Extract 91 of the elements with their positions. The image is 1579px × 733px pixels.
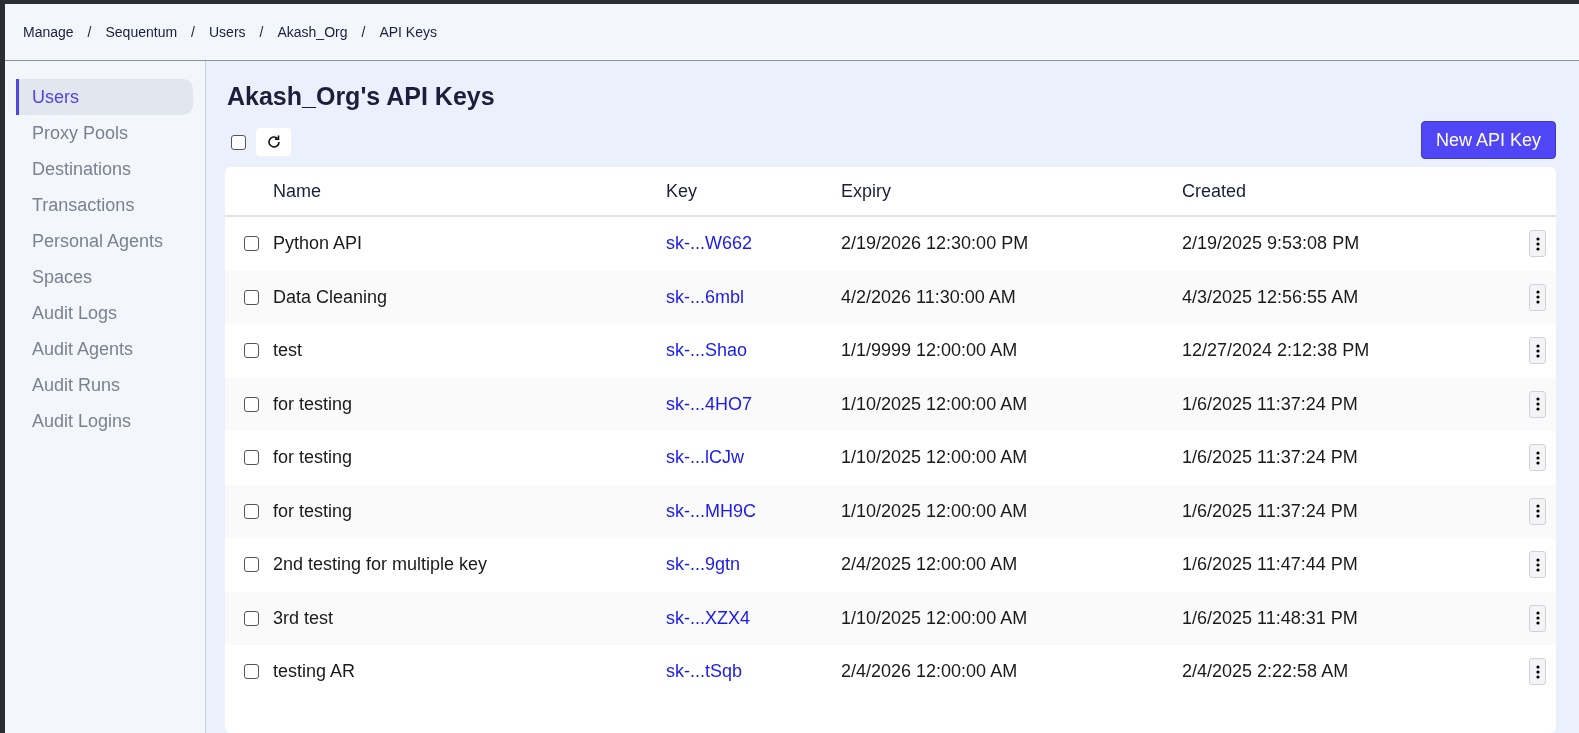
table-cell-text: 1/10/2025 12:00:00 AM bbox=[841, 447, 1029, 469]
key-link[interactable]: sk-...9gtn bbox=[666, 554, 741, 575]
breadcrumb-separator: / bbox=[191, 24, 195, 40]
sidebar-item[interactable]: Personal Agents bbox=[16, 223, 193, 259]
vertical-dots-icon bbox=[1535, 450, 1540, 465]
more-button[interactable] bbox=[1529, 337, 1546, 365]
vertical-dots-icon bbox=[1535, 290, 1540, 305]
sidebar-item[interactable]: Proxy Pools bbox=[16, 115, 193, 151]
vertical-dots-icon bbox=[1535, 504, 1540, 519]
key-link[interactable]: sk-...6mbl bbox=[666, 286, 744, 307]
checkbox[interactable] bbox=[231, 134, 246, 150]
column-header: Created bbox=[1182, 180, 1248, 202]
vertical-dots-icon bbox=[1535, 611, 1540, 626]
key-link[interactable]: sk-...W662 bbox=[666, 233, 753, 254]
vertical-dots-icon bbox=[1535, 397, 1540, 412]
table-cell-text: Python API bbox=[273, 233, 364, 255]
more-button[interactable] bbox=[1529, 604, 1546, 632]
table-cell-text: 2/4/2025 2:22:58 AM bbox=[1182, 661, 1350, 683]
refresh-button[interactable] bbox=[256, 128, 291, 156]
sidebar-item[interactable]: Destinations bbox=[16, 151, 193, 187]
checkbox[interactable] bbox=[244, 664, 259, 680]
checkbox[interactable] bbox=[244, 343, 259, 359]
sidebar-item[interactable]: Spaces bbox=[16, 259, 193, 295]
table-cell-text: 1/6/2025 11:37:24 PM bbox=[1182, 500, 1359, 522]
breadcrumb-separator: / bbox=[361, 24, 366, 40]
table-cell-text: 1/10/2025 12:00:00 AM bbox=[841, 393, 1029, 415]
breadcrumb-separator: / bbox=[259, 24, 264, 40]
refresh-icon bbox=[265, 134, 282, 150]
table-cell-text: 4/3/2025 12:56:55 AM bbox=[1182, 286, 1360, 308]
sidebar-item[interactable]: Audit Logins bbox=[16, 403, 193, 439]
key-link[interactable]: sk-...lCJw bbox=[666, 447, 744, 468]
column-header: Key bbox=[666, 180, 699, 202]
checkbox[interactable] bbox=[244, 557, 259, 573]
vertical-dots-icon bbox=[1535, 664, 1540, 679]
table-cell-text: 1/6/2025 11:47:44 PM bbox=[1182, 554, 1359, 576]
table-cell-text: 1/6/2025 11:37:24 PM bbox=[1182, 393, 1359, 415]
column-header: Expiry bbox=[841, 180, 892, 202]
table-cell-text: test bbox=[273, 340, 303, 362]
breadcrumb-link[interactable]: Manage bbox=[23, 24, 74, 40]
sidebar-item[interactable]: Audit Runs bbox=[16, 367, 193, 403]
key-link[interactable]: sk-...tSqb bbox=[666, 661, 743, 682]
table-cell-text: 1/1/9999 12:00:00 AM bbox=[841, 340, 1019, 362]
sidebar-item[interactable]: Audit Logs bbox=[16, 295, 193, 331]
more-button[interactable] bbox=[1529, 497, 1546, 525]
table-cell-text: 12/27/2024 2:12:38 PM bbox=[1182, 340, 1371, 362]
table-cell-text: 2/19/2026 12:30:00 PM bbox=[841, 233, 1030, 255]
vertical-dots-icon bbox=[1535, 236, 1540, 251]
table-cell-text: 4/2/2026 11:30:00 AM bbox=[841, 286, 1017, 308]
checkbox[interactable] bbox=[244, 236, 259, 252]
table-cell-text: Data Cleaning bbox=[273, 286, 389, 308]
table-cell-text: for testing bbox=[273, 447, 354, 469]
table-cell-text: for testing bbox=[273, 500, 354, 522]
breadcrumb-link[interactable]: Sequentum bbox=[105, 24, 178, 40]
more-button[interactable] bbox=[1529, 390, 1546, 418]
table-cell-text: 1/6/2025 11:48:31 PM bbox=[1182, 607, 1359, 629]
breadcrumb-link[interactable]: API Keys bbox=[379, 24, 437, 40]
checkbox[interactable] bbox=[244, 289, 259, 305]
table-cell-text: for testing bbox=[273, 393, 354, 415]
column-header: Name bbox=[273, 180, 322, 202]
checkbox[interactable] bbox=[244, 450, 259, 466]
checkbox[interactable] bbox=[244, 503, 259, 519]
table-cell-text: 2/19/2025 9:53:08 PM bbox=[1182, 233, 1361, 255]
key-link[interactable]: sk-...Shao bbox=[666, 340, 748, 361]
table-cell-text: 1/10/2025 12:00:00 AM bbox=[841, 500, 1029, 522]
breadcrumb-separator: / bbox=[87, 24, 92, 40]
breadcrumb-link[interactable]: Akash_Org bbox=[277, 24, 348, 40]
vertical-dots-icon bbox=[1535, 343, 1540, 358]
new-api-key-button[interactable]: New API Key bbox=[1420, 121, 1556, 159]
key-link[interactable]: sk-...4HO7 bbox=[666, 393, 753, 414]
breadcrumb-link[interactable]: Users bbox=[209, 24, 246, 40]
checkbox[interactable] bbox=[244, 396, 259, 412]
table-cell-text: 1/10/2025 12:00:00 AM bbox=[841, 607, 1029, 629]
more-button[interactable] bbox=[1529, 230, 1546, 258]
more-button[interactable] bbox=[1529, 444, 1546, 472]
table-cell-text: 2/4/2026 12:00:00 AM bbox=[841, 661, 1019, 683]
sidebar-item[interactable]: Audit Agents bbox=[16, 331, 193, 367]
key-link[interactable]: sk-...MH9C bbox=[666, 500, 756, 521]
checkbox[interactable] bbox=[244, 610, 259, 626]
more-button[interactable] bbox=[1529, 658, 1546, 686]
key-link[interactable]: sk-...XZX4 bbox=[666, 607, 750, 628]
table-cell-text: 2nd testing for multiple key bbox=[273, 554, 489, 576]
table-cell-text: 1/6/2025 11:37:24 PM bbox=[1182, 447, 1359, 469]
vertical-dots-icon bbox=[1535, 557, 1540, 572]
page-title: Akash_Org's API Keys bbox=[227, 82, 496, 111]
more-button[interactable] bbox=[1529, 283, 1546, 311]
table-cell-text: 2/4/2025 12:00:00 AM bbox=[841, 554, 1019, 576]
more-button[interactable] bbox=[1529, 551, 1546, 579]
sidebar-item[interactable]: Users bbox=[16, 79, 193, 115]
table-cell-text: testing AR bbox=[273, 661, 357, 683]
table-cell-text: 3rd test bbox=[273, 607, 335, 629]
sidebar-item[interactable]: Transactions bbox=[16, 187, 193, 223]
